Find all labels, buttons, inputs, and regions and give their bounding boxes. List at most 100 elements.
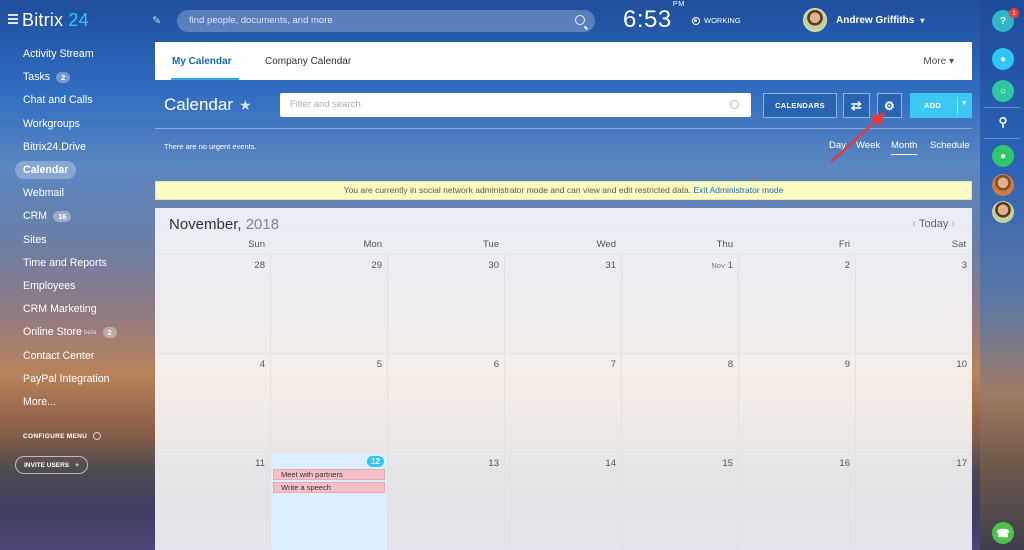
- filter-search-input[interactable]: Filter and search: [280, 93, 751, 117]
- chevron-left-icon[interactable]: ‹: [912, 218, 916, 230]
- day-cell[interactable]: 5: [271, 354, 388, 453]
- day-cell[interactable]: 4: [155, 354, 271, 453]
- menu-burger-icon[interactable]: [8, 14, 18, 24]
- clock[interactable]: 6:53PM: [623, 0, 685, 34]
- rail-divider: [984, 138, 1020, 139]
- add-button[interactable]: ADD ▼: [910, 93, 972, 118]
- sidebar-item-label: Workgroups: [23, 117, 80, 130]
- sidebar-item-label: Tasks: [23, 71, 51, 84]
- sidebar-item-bitrix24-drive[interactable]: Bitrix24.Drive: [15, 138, 86, 156]
- day-number: 14: [605, 458, 616, 469]
- view-day[interactable]: Day: [829, 140, 846, 151]
- day-number: 31: [605, 260, 616, 271]
- sidebar-item-activity-stream[interactable]: Activity Stream: [15, 45, 94, 63]
- weekday-header: Wed: [596, 239, 616, 250]
- day-cell[interactable]: 31: [505, 255, 622, 354]
- more-button[interactable]: More ▾: [923, 56, 954, 67]
- sidebar-item-label: Calendar: [23, 164, 69, 176]
- contact-avatar[interactable]: [992, 174, 1014, 196]
- day-cell[interactable]: 28: [155, 255, 271, 354]
- day-cell[interactable]: 30: [388, 255, 505, 354]
- toolbar-divider: [155, 128, 972, 129]
- counter-badge: 2: [102, 326, 117, 338]
- chevron-down-icon[interactable]: ▼: [961, 100, 968, 107]
- view-schedule[interactable]: Schedule: [930, 140, 970, 151]
- day-number: 16: [839, 458, 850, 469]
- pencil-icon[interactable]: ✎: [152, 14, 161, 27]
- phone-icon[interactable]: ☎: [992, 522, 1014, 544]
- day-cell[interactable]: 17: [856, 453, 972, 550]
- sidebar-item-employees[interactable]: Employees: [15, 277, 75, 295]
- sidebar-item-label: Sites: [23, 233, 47, 246]
- counter-badge: 16: [53, 210, 72, 222]
- sidebar-item-workgroups[interactable]: Workgroups: [15, 115, 80, 133]
- day-cell[interactable]: 7: [505, 354, 622, 453]
- weekday-header: Thu: [716, 239, 733, 250]
- day-number: 15: [722, 458, 733, 469]
- day-number: 17: [956, 458, 967, 469]
- view-week[interactable]: Week: [856, 140, 880, 151]
- chevron-right-icon[interactable]: ›: [951, 218, 955, 230]
- calendar-event[interactable]: Meet with partners: [273, 469, 385, 480]
- day-number: 11: [255, 458, 265, 469]
- sidebar-item-label: CRM: [23, 210, 48, 223]
- day-cell[interactable]: 3: [856, 255, 972, 354]
- day-cell[interactable]: 13: [388, 453, 505, 550]
- day-cell[interactable]: 2: [739, 255, 856, 354]
- day-cell[interactable]: 8: [622, 354, 739, 453]
- today-button[interactable]: Today: [919, 218, 948, 230]
- day-number: 13: [488, 458, 499, 469]
- day-cell[interactable]: 29: [271, 255, 388, 354]
- day-cell[interactable]: Nov 1: [622, 255, 739, 354]
- user-menu[interactable]: Andrew Griffiths ▾: [803, 8, 924, 32]
- calendars-button[interactable]: CALENDARS: [763, 93, 837, 118]
- chat-icon[interactable]: ○: [992, 80, 1014, 102]
- month-title: November, 2018: [169, 216, 279, 233]
- global-search-input[interactable]: find people, documents, and more: [177, 10, 595, 32]
- contact-avatar[interactable]: [992, 201, 1014, 223]
- day-cell[interactable]: 15: [622, 453, 739, 550]
- sidebar-item-chat-and-calls[interactable]: Chat and Calls: [15, 91, 93, 109]
- calendar-event[interactable]: Write a speech: [273, 482, 385, 493]
- gear-icon: [93, 432, 102, 440]
- sidebar-item-paypal-integration[interactable]: PayPal Integration: [15, 370, 110, 388]
- search-icon[interactable]: ⚲: [992, 111, 1014, 133]
- tab-company-calendar[interactable]: Company Calendar: [265, 56, 351, 67]
- configure-menu-button[interactable]: CONFIGURE MENU: [23, 432, 102, 440]
- sidebar-item-contact-center[interactable]: Contact Center: [15, 347, 94, 365]
- month-label: Nov: [711, 261, 725, 270]
- sidebar-item-online-store[interactable]: Online Store beta 2: [15, 323, 117, 341]
- search-icon[interactable]: [575, 15, 585, 25]
- invite-users-button[interactable]: INVITE USERS +: [15, 456, 88, 474]
- day-cell[interactable]: 9: [739, 354, 856, 453]
- sidebar-item-sites[interactable]: Sites: [15, 231, 47, 249]
- day-cell[interactable]: 11: [155, 453, 271, 550]
- today-date-badge: 12: [367, 456, 384, 467]
- star-icon[interactable]: ★: [239, 97, 252, 113]
- day-cell[interactable]: 6: [388, 354, 505, 453]
- day-cell[interactable]: 12 Meet with partners Write a speech: [271, 453, 388, 550]
- tab-my-calendar[interactable]: My Calendar: [172, 56, 231, 67]
- sidebar-item-calendar[interactable]: Calendar: [15, 161, 77, 179]
- settings-gear-icon[interactable]: ⚙: [877, 93, 902, 118]
- view-month[interactable]: Month: [891, 140, 918, 155]
- day-cell[interactable]: 16: [739, 453, 856, 550]
- sidebar-item-label: Chat and Calls: [23, 94, 93, 107]
- work-status[interactable]: WORKING: [692, 16, 741, 25]
- exit-admin-mode-link[interactable]: Exit Administrator mode: [694, 185, 784, 195]
- sync-icon[interactable]: ⇄: [843, 93, 870, 118]
- lock-icon[interactable]: ●: [992, 145, 1014, 167]
- day-cell[interactable]: 14: [505, 453, 622, 550]
- day-cell[interactable]: 10: [856, 354, 972, 453]
- sidebar-item-webmail[interactable]: Webmail: [15, 184, 64, 202]
- app-logo[interactable]: Bitrix 24: [22, 10, 89, 31]
- day-number: 29: [371, 260, 382, 271]
- sidebar-item-time-and-reports[interactable]: Time and Reports: [15, 254, 107, 272]
- sidebar-item-more[interactable]: More...: [15, 393, 56, 411]
- search-icon[interactable]: [730, 100, 739, 109]
- sidebar-item-crm[interactable]: CRM 16: [15, 207, 72, 225]
- sidebar-item-tasks[interactable]: Tasks 2: [15, 68, 71, 86]
- sidebar-item-crm-marketing[interactable]: CRM Marketing: [15, 300, 97, 318]
- chevron-down-icon: ▾: [920, 15, 925, 25]
- notifications-bell-icon[interactable]: ●: [992, 48, 1014, 70]
